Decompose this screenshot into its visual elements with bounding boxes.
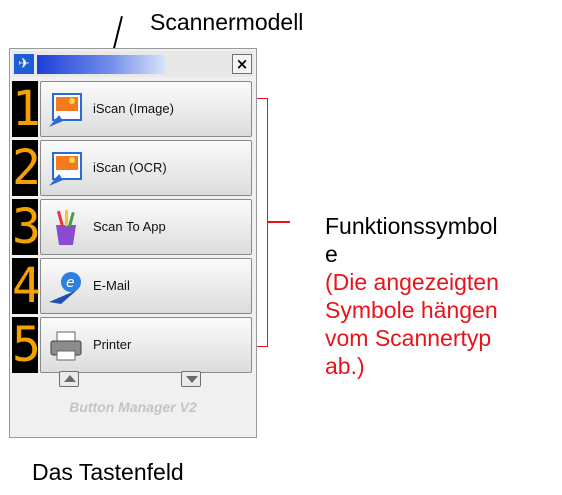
arrow-up-icon: [64, 375, 76, 382]
slot-number: 2: [12, 140, 41, 196]
button-label: iScan (Image): [93, 101, 174, 116]
scanner-model-callout: Scannermodell: [150, 9, 304, 35]
close-button[interactable]: ×: [232, 54, 252, 74]
scroll-up-button[interactable]: [59, 371, 79, 387]
button-manager-panel: ✈ × 1 iScan (Image) 2 iScan (OCR) 3 Scan…: [9, 48, 257, 438]
scanner-model-bar: [37, 55, 165, 74]
iscan-image-icon: [49, 93, 82, 127]
function-slot-5: 5 Printer: [12, 317, 254, 373]
keypad-caption: Das Tastenfeld: [32, 459, 184, 485]
slot-number: 3: [12, 199, 41, 255]
scan-to-app-icon: [56, 210, 76, 245]
slot-number: 5: [12, 317, 41, 373]
email-button[interactable]: e E-Mail: [40, 258, 252, 314]
iscan-ocr-icon: [49, 152, 82, 186]
functions-note: (Die angezeigten Symbole hängen vom Scan…: [325, 269, 499, 379]
button-label: iScan (OCR): [93, 160, 167, 175]
function-slot-3: 3 Scan To App: [12, 199, 254, 255]
iscan-image-button[interactable]: iScan (Image): [40, 81, 252, 137]
function-slot-1: 1 iScan (Image): [12, 81, 254, 137]
functions-label: Funktionssymbol e: [325, 213, 498, 267]
title-bar: ✈ ×: [12, 51, 254, 77]
functions-callout: Funktionssymbol e (Die angezeigten Symbo…: [325, 212, 560, 380]
scan-to-app-button[interactable]: Scan To App: [40, 199, 252, 255]
slot-number: 4: [12, 258, 41, 314]
app-footer-logo: Button Manager V2: [69, 399, 197, 415]
email-icon: e: [49, 272, 81, 304]
app-icon: ✈: [14, 54, 34, 74]
button-label: E-Mail: [93, 278, 130, 293]
button-label: Printer: [93, 337, 132, 352]
functions-bracket-tick: [268, 221, 290, 223]
slot-number: 1: [12, 81, 41, 137]
iscan-ocr-button[interactable]: iScan (OCR): [40, 140, 252, 196]
button-label: Scan To App: [93, 219, 166, 234]
arrow-down-icon: [186, 376, 198, 383]
printer-icon: [50, 331, 82, 361]
printer-button[interactable]: Printer: [40, 317, 252, 373]
function-slot-2: 2 iScan (OCR): [12, 140, 254, 196]
scanner-model-pointer: [112, 16, 123, 50]
scroll-down-button[interactable]: [181, 371, 201, 387]
function-slot-4: 4 e E-Mail: [12, 258, 254, 314]
svg-text:e: e: [66, 275, 75, 291]
